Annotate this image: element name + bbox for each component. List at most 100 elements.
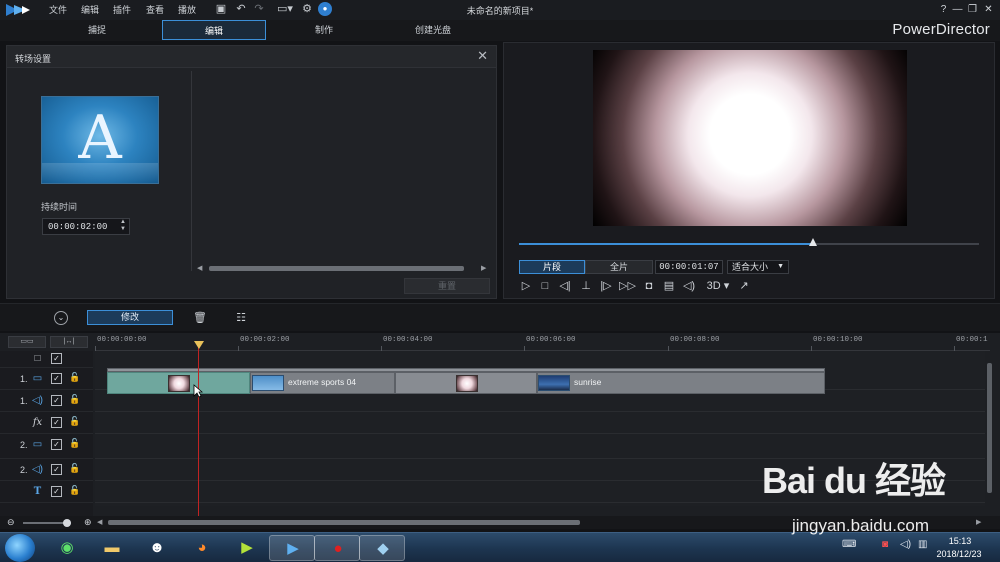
help-icon[interactable]: ? (937, 3, 950, 16)
redo-icon[interactable]: ↷ (252, 2, 266, 16)
close-icon[interactable]: ✕ (477, 48, 488, 64)
prev-frame-icon[interactable]: ◁| (558, 279, 572, 293)
timeline-ruler[interactable]: 00:00:00:00 00:00:02:00 00:00:04:00 00:0… (95, 333, 990, 351)
screen-recorder-icon: ● (333, 540, 343, 557)
taskbar-app-active[interactable]: ◆ (359, 535, 405, 561)
playback-scrubber[interactable] (519, 238, 979, 246)
track-enable-checkbox[interactable]: ✓ (51, 373, 62, 384)
zoom-slider-handle[interactable] (63, 519, 71, 527)
menu-plugins[interactable]: 插件 (113, 3, 131, 16)
watermark-url: jingyan.baidu.com (792, 516, 930, 535)
marker-icon[interactable]: ⊥ (579, 279, 593, 293)
lane-fx[interactable] (95, 412, 985, 434)
timecode-display[interactable]: 00:00:01:07 (655, 260, 723, 274)
start-button[interactable] (5, 534, 35, 562)
menu-view[interactable]: 查看 (146, 3, 164, 16)
module-tab-bar: 捕捉 编辑 制作 创建光盘 PowerDirector (0, 20, 1000, 41)
spin-arrows-icon[interactable]: ▲ ▼ (119, 219, 127, 234)
browser-360-icon: ◉ (60, 539, 74, 556)
video-clip[interactable]: extreme sports 04 (250, 372, 395, 394)
track-enable-checkbox[interactable]: ✓ (51, 486, 62, 497)
taskbar-app[interactable]: ▬ (89, 535, 135, 561)
transition-clip-selected[interactable] (107, 372, 250, 394)
track-headers: □ ✓ 1. ▭ ✓ 🔓 1. ◁) ✓ 🔓 fx ✓ 🔓 2. ▭ ✓ 🔓 2… (0, 351, 93, 516)
reset-button[interactable]: 重置 (404, 278, 490, 294)
taskbar-app[interactable]: ▶ (224, 535, 270, 561)
fit-size-select[interactable]: 适合大小 ▼ (727, 260, 789, 274)
settings-gear-icon[interactable]: ⚙ (300, 2, 314, 16)
account-icon[interactable]: ● (318, 2, 332, 16)
track-enable-checkbox[interactable]: ✓ (51, 353, 62, 364)
collapse-icon[interactable]: ⌄ (54, 311, 68, 325)
save-icon[interactable]: ▣ (214, 2, 228, 16)
horizontal-scrollbar-thumb[interactable] (108, 520, 580, 525)
tab-produce[interactable]: 制作 (272, 20, 376, 40)
aspect-ratio-icon[interactable]: ▭▾ (274, 2, 296, 16)
subtitle-icon[interactable]: ▤ (662, 279, 676, 293)
scrollbar-thumb[interactable] (209, 266, 464, 271)
trash-icon[interactable]: 🗑 (193, 311, 207, 325)
movie-mode-button[interactable]: 全片 (585, 260, 653, 274)
restore-icon[interactable]: ❐ (966, 3, 979, 16)
scroll-right-icon[interactable]: ▶ (481, 264, 486, 272)
duration-value[interactable]: 00:00:02:00 (48, 222, 107, 232)
tab-create-disc[interactable]: 创建光盘 (381, 20, 485, 40)
menu-edit[interactable]: 编辑 (81, 3, 99, 16)
taskbar-app[interactable]: ◉ (44, 535, 90, 561)
lock-icon[interactable]: 🔓 (69, 485, 80, 497)
fit-size-label: 适合大小 (732, 262, 769, 272)
scroll-left-icon[interactable]: ◀ (197, 264, 202, 272)
lock-icon[interactable]: 🔓 (69, 372, 80, 384)
all-tracks-icon[interactable]: □ (31, 352, 44, 365)
taskbar-app[interactable]: ☻ (134, 535, 180, 561)
lock-icon[interactable]: 🔓 (69, 394, 80, 406)
snapshot-icon[interactable]: ◘ (642, 279, 656, 293)
fit-timeline-icon[interactable]: |↔| (50, 336, 88, 348)
track-enable-checkbox[interactable]: ✓ (51, 417, 62, 428)
clip-list-icon[interactable]: ☷ (234, 311, 248, 325)
stop-icon[interactable]: □ (538, 279, 552, 293)
scrubber-handle[interactable] (809, 238, 818, 246)
effects-track-icon: fx (32, 417, 43, 428)
scroll-left-icon[interactable]: ◀ (97, 518, 102, 526)
undo-icon[interactable]: ↶ (234, 2, 248, 16)
track-manager-icon[interactable]: ▭▭ (8, 336, 46, 348)
tab-edit[interactable]: 编辑 (162, 20, 266, 40)
audio-track-icon: ◁) (31, 464, 44, 475)
fast-forward-icon[interactable]: ▷▷ (619, 279, 636, 293)
next-frame-icon[interactable]: |▷ (599, 279, 613, 293)
play-icon[interactable]: ▷ (519, 279, 533, 293)
track-enable-checkbox[interactable]: ✓ (51, 439, 62, 450)
video-clip[interactable]: sunrise (537, 372, 825, 394)
clip-mode-button[interactable]: 片段 (519, 260, 585, 274)
lock-icon[interactable]: 🔓 (69, 438, 80, 450)
title-bar: 文件 编辑 插件 查看 播放 ▣ ↶ ↷ ▭▾ ⚙ ● 未命名的新项目* ? —… (0, 0, 1000, 20)
lock-icon[interactable]: 🔓 (69, 463, 80, 475)
panel-title: 转场设置 (15, 54, 52, 64)
volume-icon[interactable]: ◁) (682, 279, 696, 293)
track-enable-checkbox[interactable]: ✓ (51, 395, 62, 406)
modify-button[interactable]: 修改 (87, 310, 173, 325)
zoom-in-icon[interactable]: ⊕ (84, 517, 92, 528)
file-explorer-icon: ▬ (104, 539, 120, 556)
transition-clip[interactable] (395, 372, 537, 394)
menu-file[interactable]: 文件 (49, 3, 67, 16)
lock-icon[interactable]: 🔓 (69, 416, 80, 428)
track-enable-checkbox[interactable]: ✓ (51, 464, 62, 475)
track-header-audio-2: 2. ◁) ✓ 🔓 (0, 459, 93, 481)
playhead-handle[interactable] (194, 341, 204, 349)
taskbar-app[interactable]: ◕ (179, 535, 225, 561)
duration-label: 持续时间 (41, 202, 78, 212)
menu-playback[interactable]: 播放 (178, 3, 196, 16)
taskbar-app-active[interactable]: ▶ (269, 535, 315, 561)
tab-capture[interactable]: 捕捉 (45, 20, 149, 40)
taskbar-app-active[interactable]: ● (314, 535, 360, 561)
clock-date[interactable]: 2018/12/23 (928, 549, 990, 559)
duration-spinbox[interactable]: 00:00:02:00 ▲ ▼ (42, 218, 130, 235)
3d-icon[interactable]: 3D ▾ (704, 279, 732, 293)
horizontal-scrollbar[interactable]: ◀ ▶ (197, 264, 489, 273)
zoom-out-icon[interactable]: ⊖ (7, 517, 15, 528)
close-window-icon[interactable]: ✕ (982, 3, 995, 16)
minimize-icon[interactable]: — (951, 3, 964, 16)
undock-icon[interactable]: ↗ (737, 279, 751, 293)
